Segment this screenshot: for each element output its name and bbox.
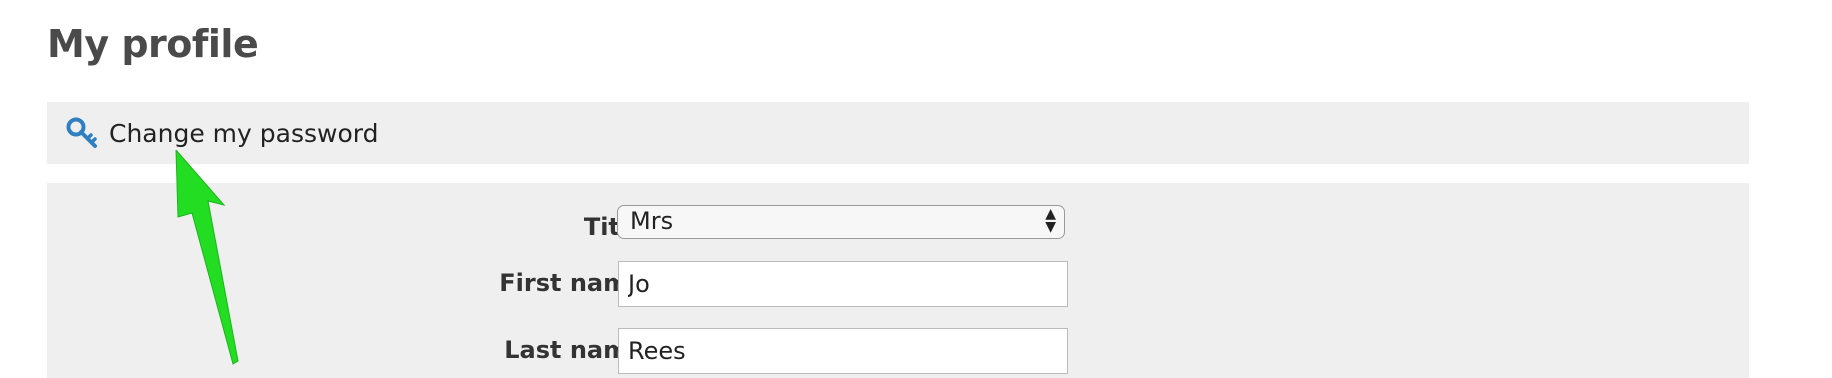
select-arrows-icon: ▲ ▼ [1045, 206, 1056, 235]
change-password-label: Change my password [109, 118, 379, 148]
last-name-field[interactable] [618, 328, 1068, 374]
profile-page: My profile Change my password Title: Mrs… [0, 0, 1832, 378]
last-name-row: Last name: [47, 328, 1749, 374]
first-name-field[interactable] [618, 261, 1068, 307]
annotation-arrow [175, 150, 239, 365]
change-password-link[interactable]: Change my password [65, 114, 378, 152]
first-name-row: First name: [47, 261, 1749, 307]
key-icon [65, 116, 99, 150]
profile-form: Title: Mrs ▲▼ First name: Last name: [47, 183, 1749, 378]
change-password-bar: Change my password [47, 102, 1749, 164]
title-select-value: Mrs [630, 207, 674, 235]
title-select[interactable]: Mrs ▲ ▼ [617, 205, 1065, 239]
page-title: My profile [47, 22, 259, 66]
title-row: Title: Mrs ▲▼ [47, 205, 1749, 251]
